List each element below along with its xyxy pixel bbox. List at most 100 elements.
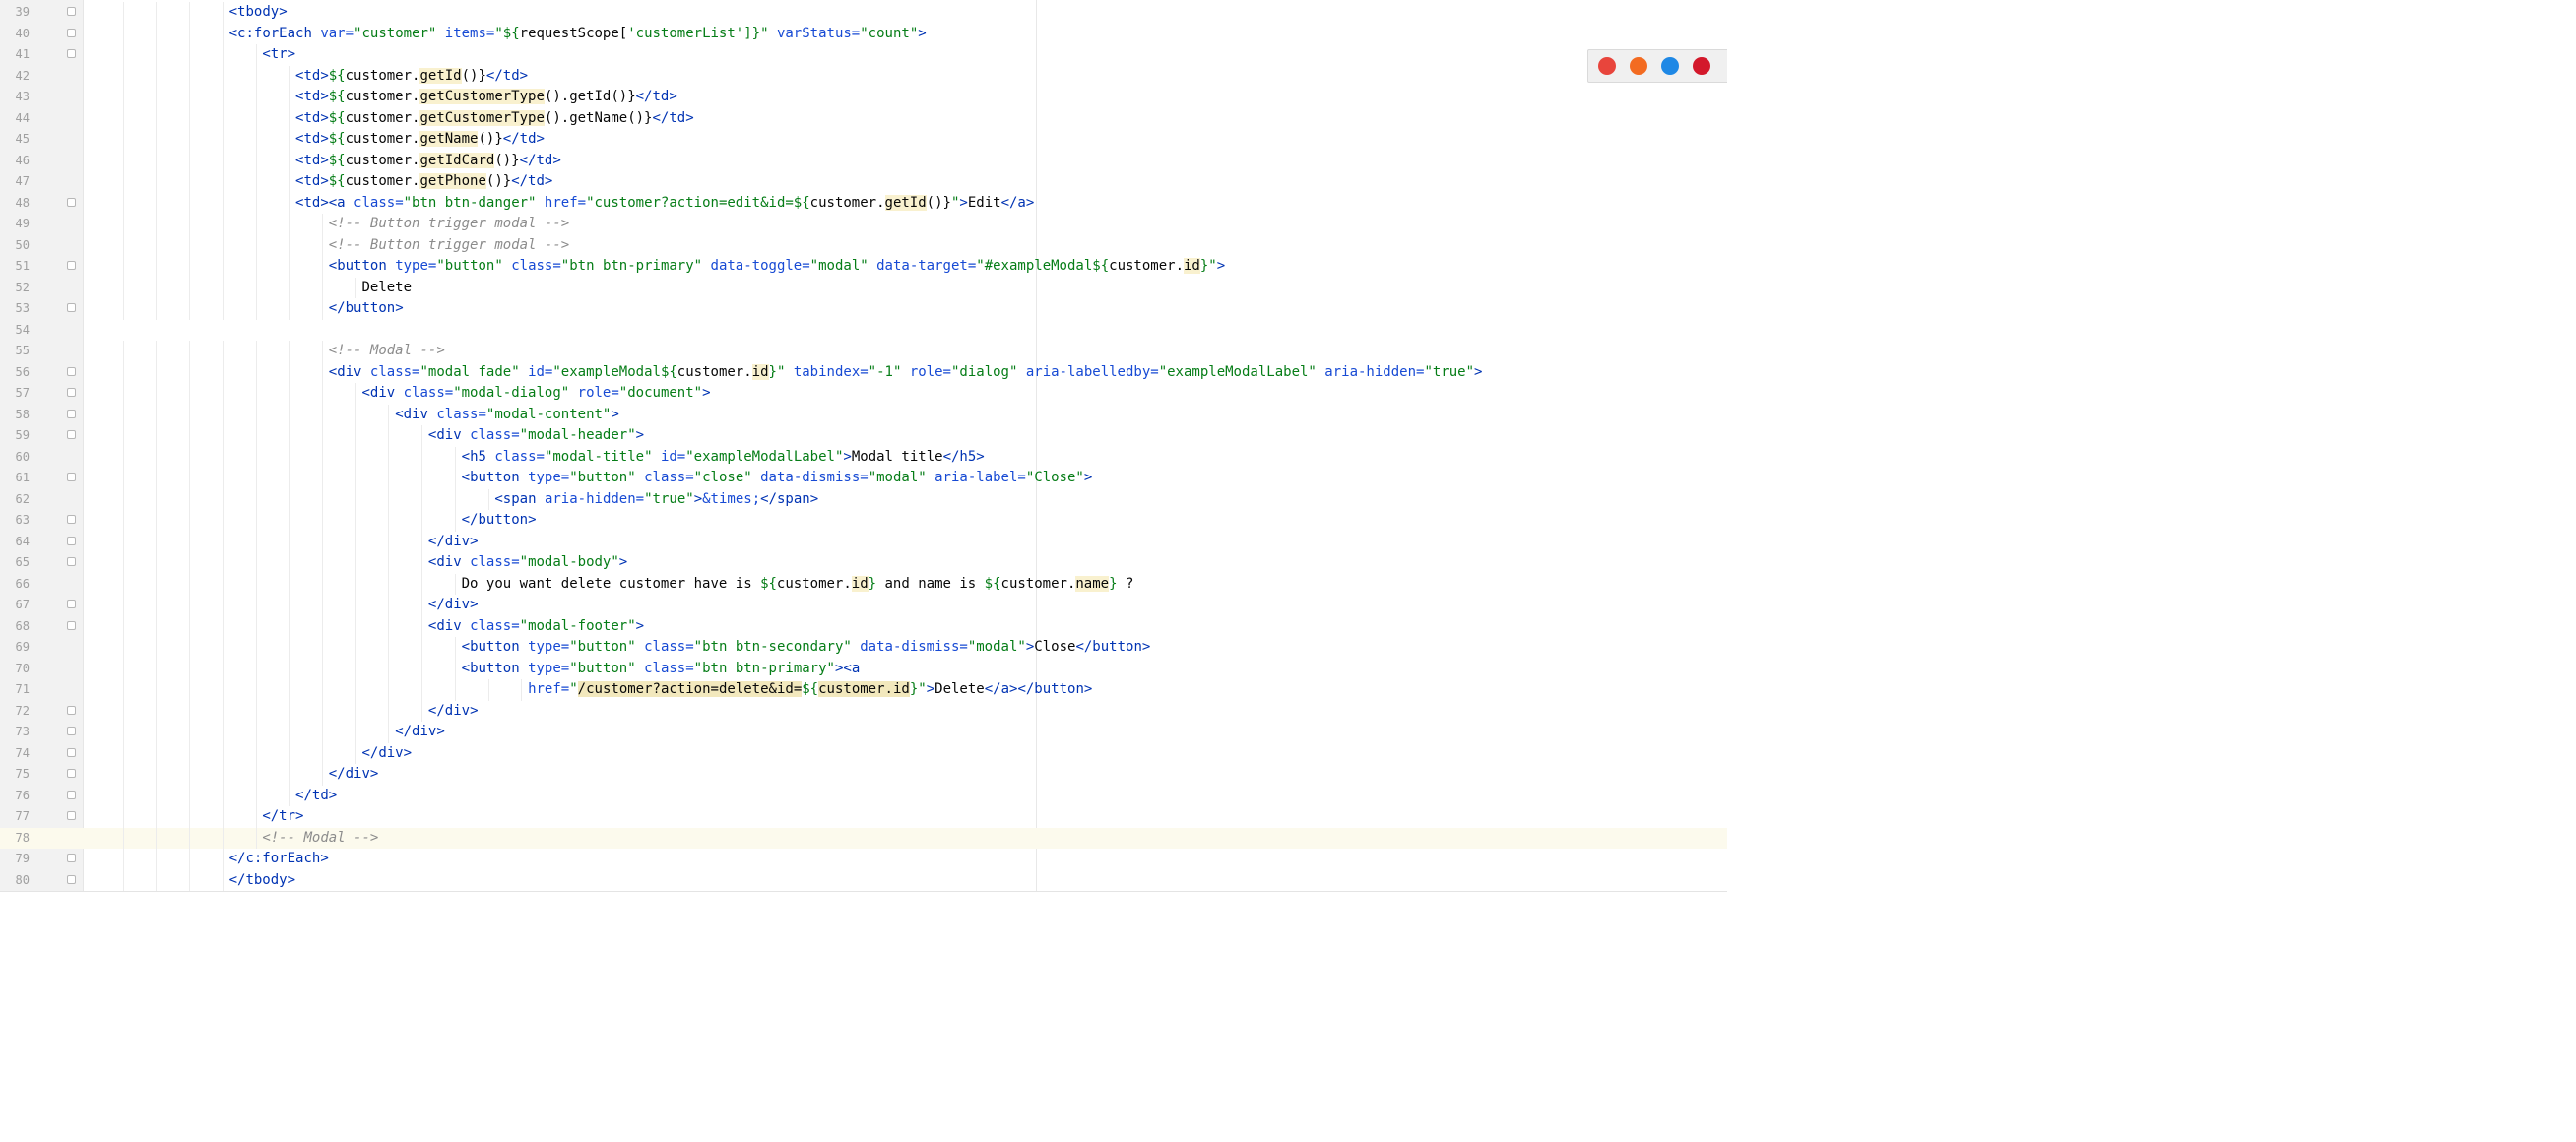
fold-marker-icon[interactable]: [67, 536, 76, 545]
indent-guide: [156, 468, 158, 489]
code-line[interactable]: 56 <div class="modal fade" id="exampleMod…: [0, 361, 1727, 383]
code-token: button: [470, 639, 529, 655]
code-line[interactable]: 44 <td>${customer.getCustomerType().getNa…: [0, 107, 1727, 129]
code-line[interactable]: 60 <h5 class="modal-title" id="exampleMod…: [0, 446, 1727, 468]
code-line[interactable]: 67 </div>: [0, 595, 1727, 616]
fold-marker-icon[interactable]: [67, 854, 76, 862]
code-token: <: [328, 363, 338, 380]
code-line[interactable]: 58 <div class="modal-content">: [0, 404, 1727, 425]
fold-marker-icon[interactable]: [67, 769, 76, 778]
fold-marker-icon[interactable]: [67, 388, 76, 397]
indent-guide: [255, 234, 257, 256]
code-line[interactable]: 51 <button type="button" class="btn btn-p…: [0, 256, 1727, 278]
fold-marker-icon[interactable]: [67, 811, 76, 820]
fold-marker-icon[interactable]: [67, 747, 76, 757]
fold-marker-icon[interactable]: [67, 409, 76, 418]
code-line[interactable]: 49 <!-- Button trigger modal -->: [0, 214, 1727, 235]
chrome-icon[interactable]: [1598, 57, 1616, 75]
indent-guide: [255, 446, 257, 468]
fold-marker-icon[interactable]: [67, 705, 76, 715]
code-token: ().getName()}: [544, 109, 653, 126]
code-line[interactable]: 59 <div class="modal-header">: [0, 425, 1727, 447]
code-token: "modal-body": [519, 554, 619, 570]
indent-guide: [322, 361, 324, 383]
code-line[interactable]: 46 <td>${customer.getIdCard()}</td>: [0, 150, 1727, 171]
code-line[interactable]: 39 <tbody>: [0, 2, 1727, 24]
code-editor[interactable]: 39 <tbody> 40 <c:forEach var="customer" ite…: [0, 0, 1727, 892]
code-line[interactable]: 55 <!-- Modal -->: [0, 341, 1727, 362]
code-line[interactable]: 61 <button type="button" class="close" da…: [0, 468, 1727, 489]
code-line[interactable]: 73 </div>: [0, 722, 1727, 743]
code-line[interactable]: 48 <td><a class="btn btn-danger" href="cu…: [0, 192, 1727, 214]
fold-marker-icon[interactable]: [67, 727, 76, 735]
code-token: <td>: [295, 89, 329, 104]
code-line[interactable]: 65 <div class="modal-body">: [0, 552, 1727, 574]
code-text: </td>: [295, 786, 337, 807]
firefox-icon[interactable]: [1630, 57, 1647, 75]
code-token: </a>: [1000, 194, 1035, 211]
indent-guide: [354, 552, 356, 574]
code-line[interactable]: 63 </button>: [0, 510, 1727, 532]
indent-guide: [122, 531, 124, 552]
code-line[interactable]: 42 <td>${customer.getId()}</td>: [0, 65, 1727, 87]
fold-marker-icon[interactable]: [67, 28, 76, 37]
code-line[interactable]: 71 href="/customer?action=delete&id=${cus…: [0, 679, 1727, 701]
fold-marker-icon[interactable]: [67, 874, 76, 884]
code-line[interactable]: 43 <td>${customer.getCustomerType().getId…: [0, 87, 1727, 108]
code-line[interactable]: 70 <button type="button" class="btn btn-p…: [0, 658, 1727, 679]
code-line[interactable]: 76 </td>: [0, 785, 1727, 807]
code-line[interactable]: 68 <div class="modal-footer">: [0, 615, 1727, 637]
indent-guide: [255, 615, 257, 637]
indent-guide: [289, 150, 290, 171]
code-token: "modal": [809, 258, 877, 274]
indent-guide: [156, 383, 158, 405]
code-line[interactable]: 66 Do you want delete customer have is ${…: [0, 573, 1727, 595]
code-line[interactable]: 54: [0, 320, 1727, 342]
code-line[interactable]: 77 </tr>: [0, 806, 1727, 828]
code-line[interactable]: 45 <td>${customer.getName()}</td>: [0, 129, 1727, 151]
code-token: Close: [1034, 639, 1076, 655]
indent-guide: [189, 679, 191, 701]
fold-marker-icon[interactable]: [67, 515, 76, 524]
code-line[interactable]: 40 <c:forEach var="customer" items="${req…: [0, 23, 1727, 44]
indent-guide: [156, 129, 158, 151]
code-token: getPhone: [419, 173, 486, 189]
opera-icon[interactable]: [1693, 57, 1710, 75]
indent-guide: [289, 637, 290, 659]
code-line[interactable]: 62 <span aria-hidden="true">&times;</span…: [0, 488, 1727, 510]
code-line[interactable]: 57 <div class="modal-dialog" role="docume…: [0, 383, 1727, 405]
code-line[interactable]: 52 Delete: [0, 277, 1727, 298]
code-line[interactable]: 53 </button>: [0, 298, 1727, 320]
code-token: >: [1216, 258, 1226, 274]
fold-marker-icon[interactable]: [67, 7, 76, 16]
fold-marker-icon[interactable]: [67, 430, 76, 439]
code-line[interactable]: 72 </div>: [0, 700, 1727, 722]
code-line[interactable]: 79 </c:forEach>: [0, 849, 1727, 870]
fold-marker-icon[interactable]: [67, 473, 76, 481]
code-line[interactable]: 50 <!-- Button trigger modal -->: [0, 234, 1727, 256]
fold-marker-icon[interactable]: [67, 790, 76, 799]
fold-marker-icon[interactable]: [67, 366, 76, 376]
code-line[interactable]: 47 <td>${customer.getPhone()}</td>: [0, 171, 1727, 193]
indent-guide: [189, 171, 191, 193]
safari-icon[interactable]: [1661, 57, 1679, 75]
code-line[interactable]: 41 <tr>: [0, 44, 1727, 66]
fold-marker-icon[interactable]: [67, 49, 76, 58]
indent-guide: [122, 552, 124, 574]
code-line[interactable]: 74 </div>: [0, 742, 1727, 764]
fold-marker-icon[interactable]: [67, 557, 76, 566]
indent-guide: [122, 234, 124, 256]
fold-marker-icon[interactable]: [67, 600, 76, 608]
fold-marker-icon[interactable]: [67, 620, 76, 630]
code-line[interactable]: 64 </div>: [0, 531, 1727, 552]
indent-guide: [156, 171, 158, 193]
code-token: id=: [660, 448, 686, 465]
code-line[interactable]: 75 </div>: [0, 764, 1727, 786]
fold-marker-icon[interactable]: [67, 303, 76, 312]
code-line[interactable]: 80 </tbody>: [0, 869, 1727, 891]
fold-marker-icon[interactable]: [67, 261, 76, 270]
code-line[interactable]: 78 <!-- Modal -->: [0, 827, 1727, 849]
code-line[interactable]: 69 <button type="button" class="btn btn-s…: [0, 637, 1727, 659]
fold-marker-icon[interactable]: [67, 197, 76, 207]
code-token: requestScope[: [519, 25, 628, 41]
